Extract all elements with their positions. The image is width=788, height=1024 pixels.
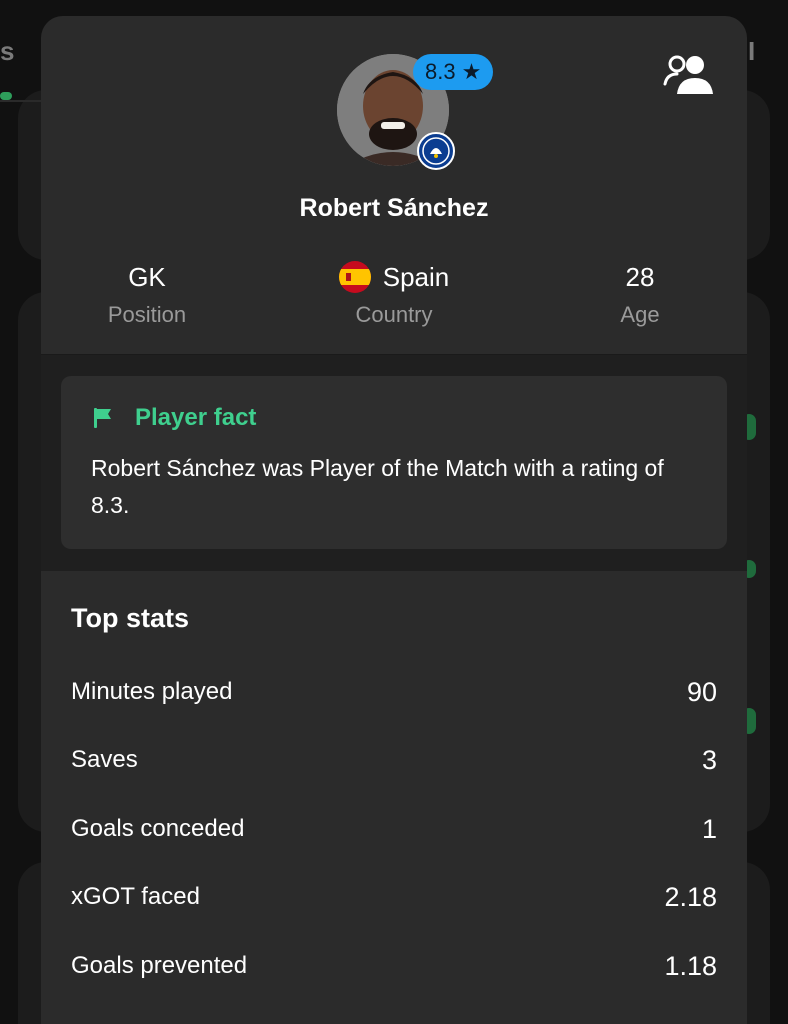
position-value: GK [128,261,166,292]
stat-row: xGOT faced 2.18 [71,877,717,917]
stat-label: Goals conceded [71,815,245,842]
stat-label: Saves [71,746,138,773]
stat-label: Minutes played [71,678,233,705]
background-indicator [0,92,12,100]
people-icon [663,55,713,94]
screen: s I 8.3 ★ Robert Sánchez GK Position Spa… [0,0,788,1024]
stat-value: 1.18 [664,950,717,981]
stat-row: Goals prevented 1.18 [71,946,717,986]
age-value: 28 [625,261,655,292]
age-info: 28 Age [540,260,740,328]
top-stats-title: Top stats [71,603,190,633]
position-label: Position [107,302,187,327]
player-fact-text: Robert Sánchez was Player of the Match w… [91,455,664,518]
background-divider [0,100,41,102]
player-fact-title: Player fact [91,404,256,432]
player-fact-section: Player fact Robert Sánchez was Player of… [41,355,747,571]
spain-flag-icon [338,261,371,293]
stat-row: Saves 3 [71,740,717,780]
stat-label: xGOT faced [71,883,200,910]
stat-row: Goals conceded 1 [71,809,717,849]
player-header: 8.3 ★ Robert Sánchez GK Position Spain C… [41,16,747,355]
country-label: Country [355,302,433,327]
player-fact-card: Player fact Robert Sánchez was Player of… [61,376,727,549]
stat-row: Minutes played 90 [71,672,717,712]
stat-value: 2.18 [664,881,717,912]
player-sheet: 8.3 ★ Robert Sánchez GK Position Spain C… [41,16,747,1024]
star-icon: ★ [461,59,482,84]
stat-value: 3 [701,744,717,775]
rating-value: 8.3 [425,59,456,84]
player-fact-heading: Player fact [135,404,257,431]
country-value: Spain [382,261,450,292]
follow-player-button[interactable] [661,52,717,98]
stat-label: Goals prevented [71,952,248,979]
player-name: Robert Sánchez [299,194,489,222]
position-info: GK Position [47,260,247,328]
age-label: Age [620,302,660,327]
stat-value: 90 [686,676,717,707]
country-info[interactable]: Spain Country [294,260,494,328]
club-crest-icon [417,132,455,170]
background-tab-text: s [0,36,15,66]
stat-value: 1 [701,813,717,844]
rating-badge: 8.3 ★ [413,54,494,90]
flag-icon [94,408,111,428]
background-tab-text: I [748,36,756,66]
